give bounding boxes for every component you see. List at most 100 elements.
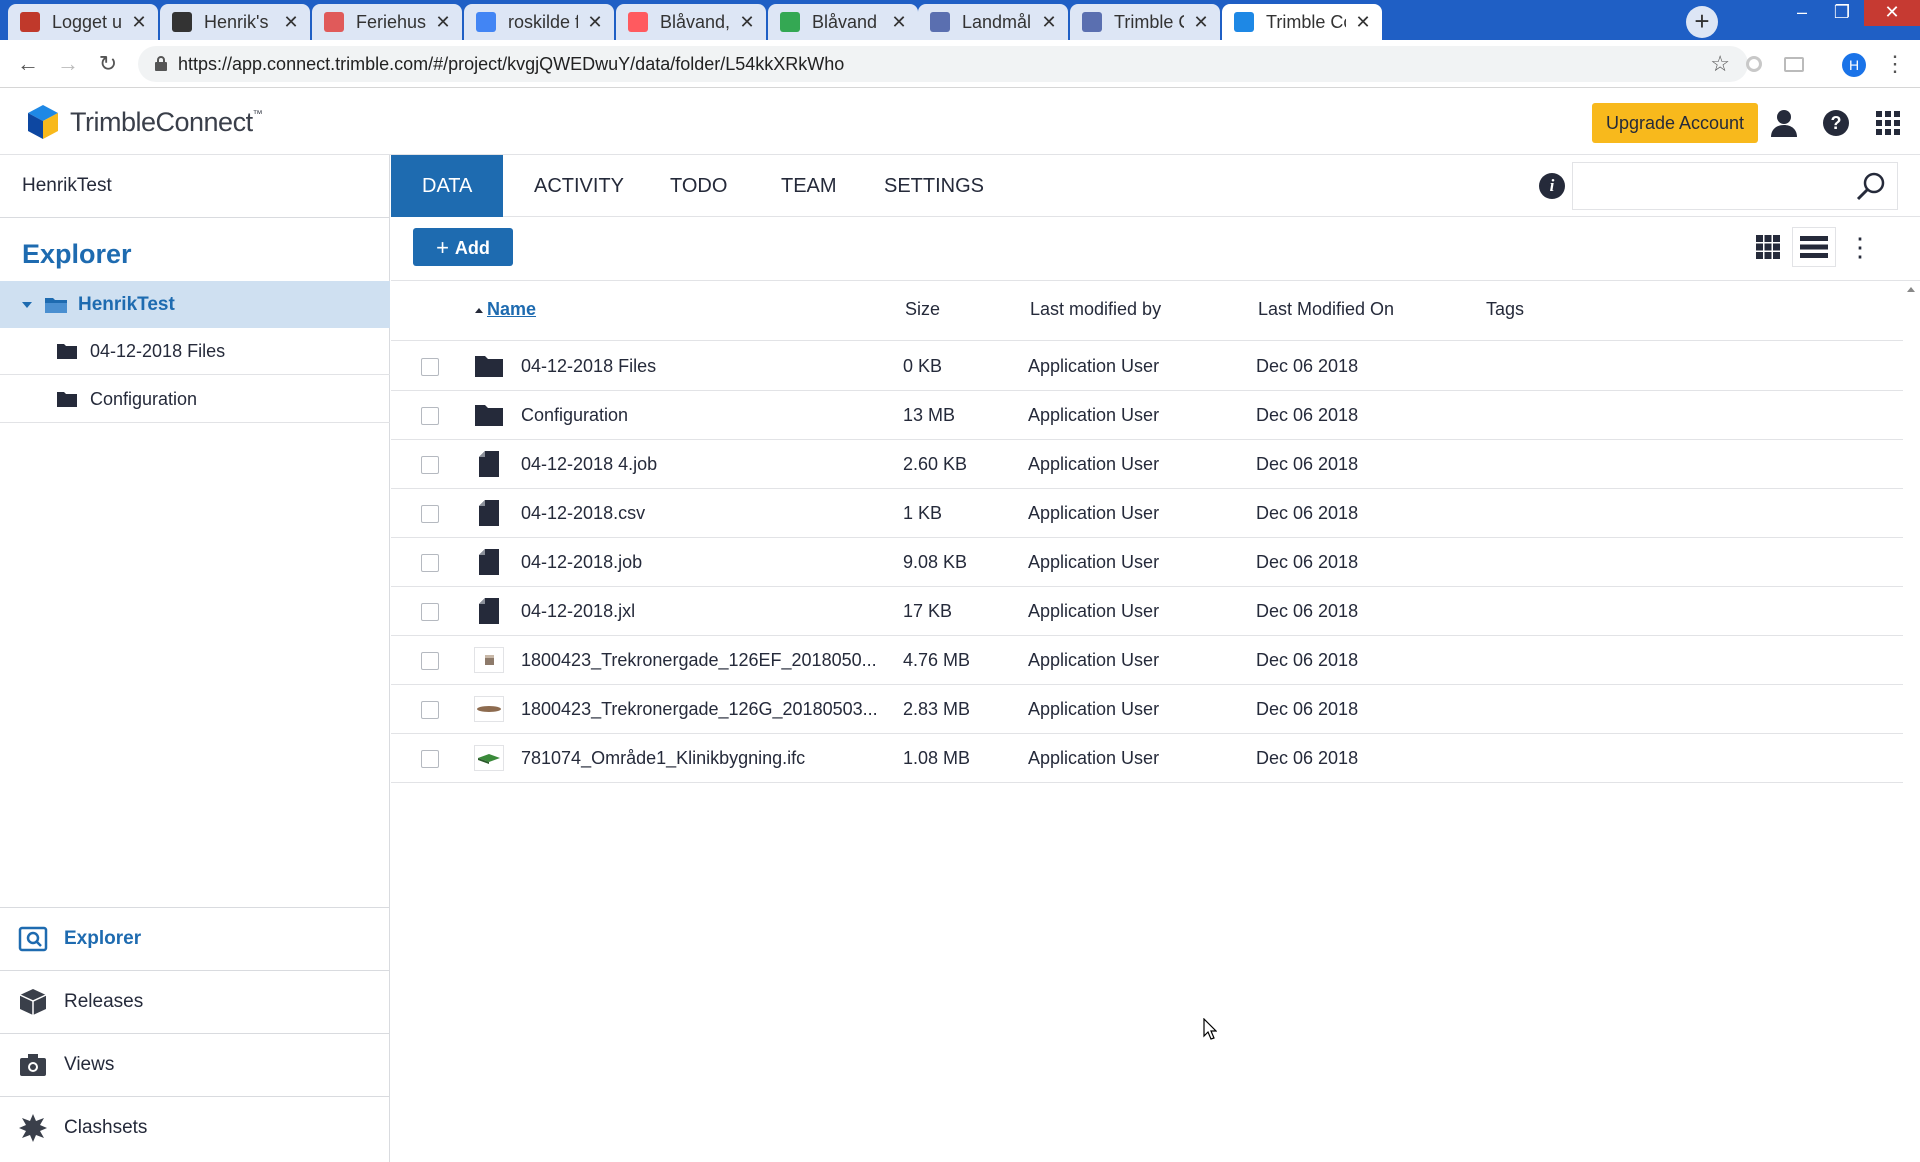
grid-view-button[interactable]	[1746, 227, 1790, 267]
file-name[interactable]: 04-12-2018 Files	[521, 356, 656, 377]
caret-down-icon[interactable]	[22, 301, 32, 308]
row-checkbox[interactable]	[421, 603, 439, 621]
browser-menu-icon[interactable]: ⋮	[1884, 50, 1906, 78]
list-view-button[interactable]	[1792, 227, 1836, 267]
column-tags-header[interactable]: Tags	[1486, 299, 1524, 320]
tab-team[interactable]: TEAM	[750, 155, 868, 217]
browser-tab[interactable]: Blåvand – Go ✕	[768, 4, 918, 40]
tab-favicon-icon	[780, 12, 800, 32]
tab-close-icon[interactable]: ✕	[890, 12, 908, 33]
grid-view-icon	[1756, 235, 1780, 259]
table-row[interactable]: 04-12-2018 Files 0 KB Application User Dec …	[391, 342, 1903, 391]
tab-close-icon[interactable]: ✕	[586, 12, 604, 33]
row-checkbox[interactable]	[421, 652, 439, 670]
file-name[interactable]: 04-12-2018.csv	[521, 503, 645, 524]
row-checkbox[interactable]	[421, 701, 439, 719]
tab-close-icon[interactable]: ✕	[738, 12, 756, 33]
browser-tab[interactable]: Henrik's not ✕	[160, 4, 310, 40]
tree-item-configuration-folder[interactable]: Configuration	[0, 376, 390, 423]
svg-text:?: ?	[1831, 113, 1842, 133]
tab-data[interactable]: DATA	[391, 155, 504, 217]
search-icon[interactable]	[1855, 171, 1887, 203]
browser-tab[interactable]: roskilde festi ✕	[464, 4, 614, 40]
extension-folder-icon[interactable]	[1782, 52, 1806, 76]
extension-circle-icon[interactable]	[1742, 52, 1766, 76]
row-checkbox[interactable]	[421, 554, 439, 572]
file-size: 2.83 MB	[903, 699, 971, 719]
file-modified-on: Dec 06 2018	[1256, 503, 1359, 523]
minimize-window-button[interactable]: –	[1782, 0, 1822, 26]
table-row[interactable]: 04-12-2018.job 9.08 KB Application User Dec…	[391, 538, 1903, 587]
column-name-header[interactable]: Name	[487, 299, 536, 320]
maximize-window-button[interactable]: ❐	[1822, 0, 1862, 26]
table-row[interactable]: 04-12-2018 4.job 2.60 KB Application User D…	[391, 440, 1903, 489]
help-icon[interactable]: ?	[1820, 107, 1852, 139]
search-input[interactable]	[1581, 171, 1841, 201]
bookmark-star-icon[interactable]: ☆	[1710, 51, 1730, 77]
column-modified-by-header[interactable]: Last modified by	[1030, 299, 1161, 320]
tab-close-icon[interactable]: ✕	[282, 12, 300, 33]
user-icon[interactable]	[1768, 107, 1800, 139]
tab-settings[interactable]: SETTINGS	[853, 155, 1015, 217]
address-bar[interactable]: https://app.connect.trimble.com/#/projec…	[138, 46, 1748, 82]
nav-clashsets[interactable]: Clashsets	[0, 1096, 390, 1159]
nav-label: Views	[64, 1054, 115, 1075]
file-modified-on: Dec 06 2018	[1256, 748, 1359, 768]
table-row[interactable]: 1800423_Trekronergade_126G_20180503... 2.…	[391, 685, 1903, 734]
nav-releases[interactable]: Releases	[0, 970, 390, 1033]
upgrade-account-button[interactable]: Upgrade Account	[1592, 103, 1758, 143]
tab-close-icon[interactable]: ✕	[1040, 12, 1058, 33]
table-scrollbar[interactable]	[1903, 281, 1920, 1162]
tab-close-icon[interactable]: ✕	[1192, 12, 1210, 33]
file-name[interactable]: Configuration	[521, 405, 628, 426]
row-checkbox[interactable]	[421, 358, 439, 376]
back-icon[interactable]: ←	[14, 50, 42, 78]
file-name[interactable]: 04-12-2018 4.job	[521, 454, 657, 475]
tab-close-icon[interactable]: ✕	[1354, 12, 1372, 33]
apps-grid-icon[interactable]	[1872, 107, 1904, 139]
info-icon[interactable]: i	[1539, 173, 1565, 199]
close-window-button[interactable]: ✕	[1864, 0, 1920, 26]
tab-title: roskilde festi	[508, 11, 578, 32]
tab-close-icon[interactable]: ✕	[130, 12, 148, 33]
file-name[interactable]: 04-12-2018.jxl	[521, 601, 635, 622]
file-name[interactable]: 1800423_Trekronergade_126EF_2018050...	[521, 650, 877, 671]
tree-item-files-folder[interactable]: 04-12-2018 Files	[0, 328, 390, 375]
nav-explorer[interactable]: Explorer	[0, 907, 390, 970]
table-row[interactable]: 781074_Område1_Klinikbygning.ifc 1.08 MB A…	[391, 734, 1903, 783]
project-name[interactable]: HenrikTest	[22, 175, 112, 197]
browser-tab[interactable]: Feriehus 208 ✕	[312, 4, 462, 40]
column-size-header[interactable]: Size	[905, 299, 940, 320]
tree-root-folder[interactable]: HenrikTest	[0, 281, 390, 328]
browser-tab[interactable]: Blåvand, Dan ✕	[616, 4, 766, 40]
table-row[interactable]: Configuration 13 MB Application User Dec 06…	[391, 391, 1903, 440]
row-checkbox[interactable]	[421, 750, 439, 768]
file-name[interactable]: 04-12-2018.job	[521, 552, 642, 573]
column-modified-on-header[interactable]: Last Modified On	[1258, 299, 1394, 320]
forward-icon[interactable]: →	[54, 50, 82, 78]
browser-tab[interactable]: Trimble Con ✕	[1070, 4, 1220, 40]
row-checkbox[interactable]	[421, 407, 439, 425]
tab-activity[interactable]: ACTIVITY	[503, 155, 655, 217]
browser-tab[interactable]: Logget ud - ✕	[8, 4, 158, 40]
table-row[interactable]: 1800423_Trekronergade_126EF_2018050... 4.…	[391, 636, 1903, 685]
file-name[interactable]: 781074_Område1_Klinikbygning.ifc	[521, 748, 805, 769]
reload-icon[interactable]: ↻	[94, 50, 122, 78]
table-row[interactable]: 04-12-2018.jxl 17 KB Application User Dec 0…	[391, 587, 1903, 636]
browser-tab[interactable]: Trimble Con ✕	[1222, 4, 1382, 40]
file-name[interactable]: 1800423_Trekronergade_126G_20180503...	[521, 699, 878, 720]
profile-avatar[interactable]: H	[1842, 53, 1866, 77]
table-row[interactable]: 04-12-2018.csv 1 KB Application User Dec 06…	[391, 489, 1903, 538]
brand-name: TrimbleConnect™	[70, 107, 263, 137]
add-button[interactable]: + Add	[413, 228, 513, 266]
row-checkbox[interactable]	[421, 456, 439, 474]
browser-tab[interactable]: Landmåling ✕	[918, 4, 1068, 40]
tab-todo[interactable]: TODO	[639, 155, 758, 217]
scroll-up-icon[interactable]	[1907, 287, 1915, 292]
row-checkbox[interactable]	[421, 505, 439, 523]
more-options-icon[interactable]: ⋮	[1838, 227, 1882, 267]
file-modified-on: Dec 06 2018	[1256, 454, 1359, 474]
new-tab-button[interactable]: +	[1686, 6, 1718, 38]
tab-close-icon[interactable]: ✕	[434, 12, 452, 33]
nav-views[interactable]: Views	[0, 1033, 390, 1096]
